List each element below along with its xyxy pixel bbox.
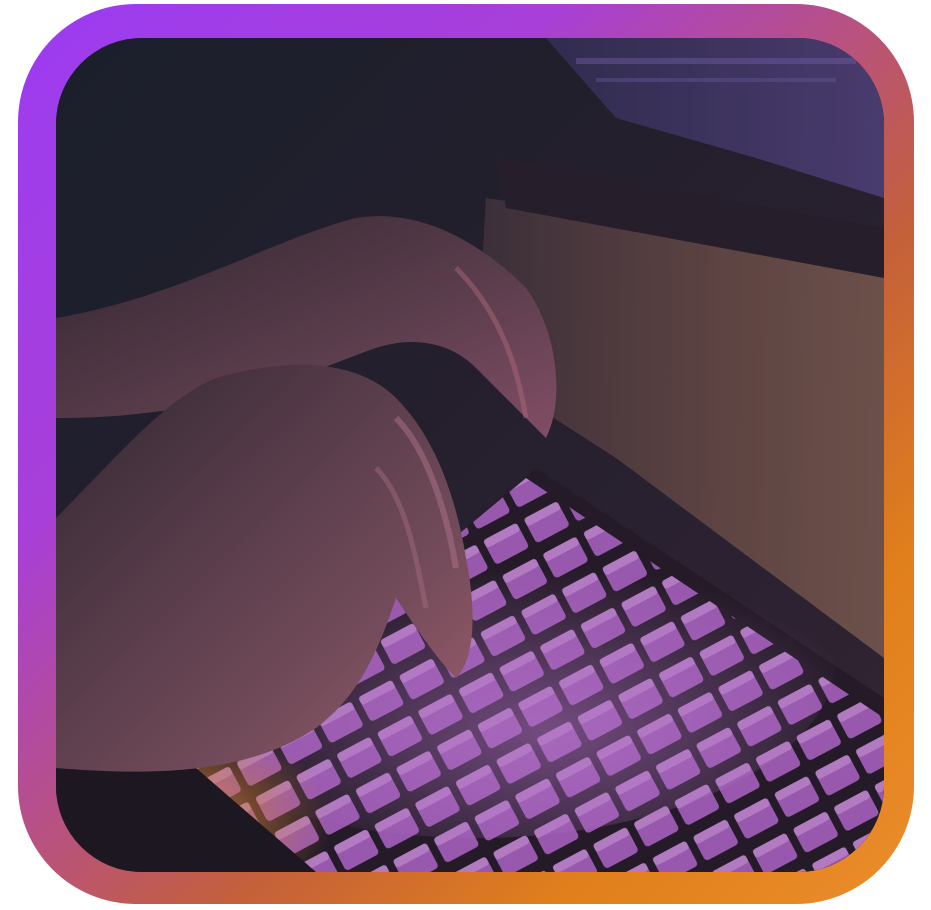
keyboard-photo (56, 38, 884, 872)
photo-illustration (56, 38, 884, 872)
